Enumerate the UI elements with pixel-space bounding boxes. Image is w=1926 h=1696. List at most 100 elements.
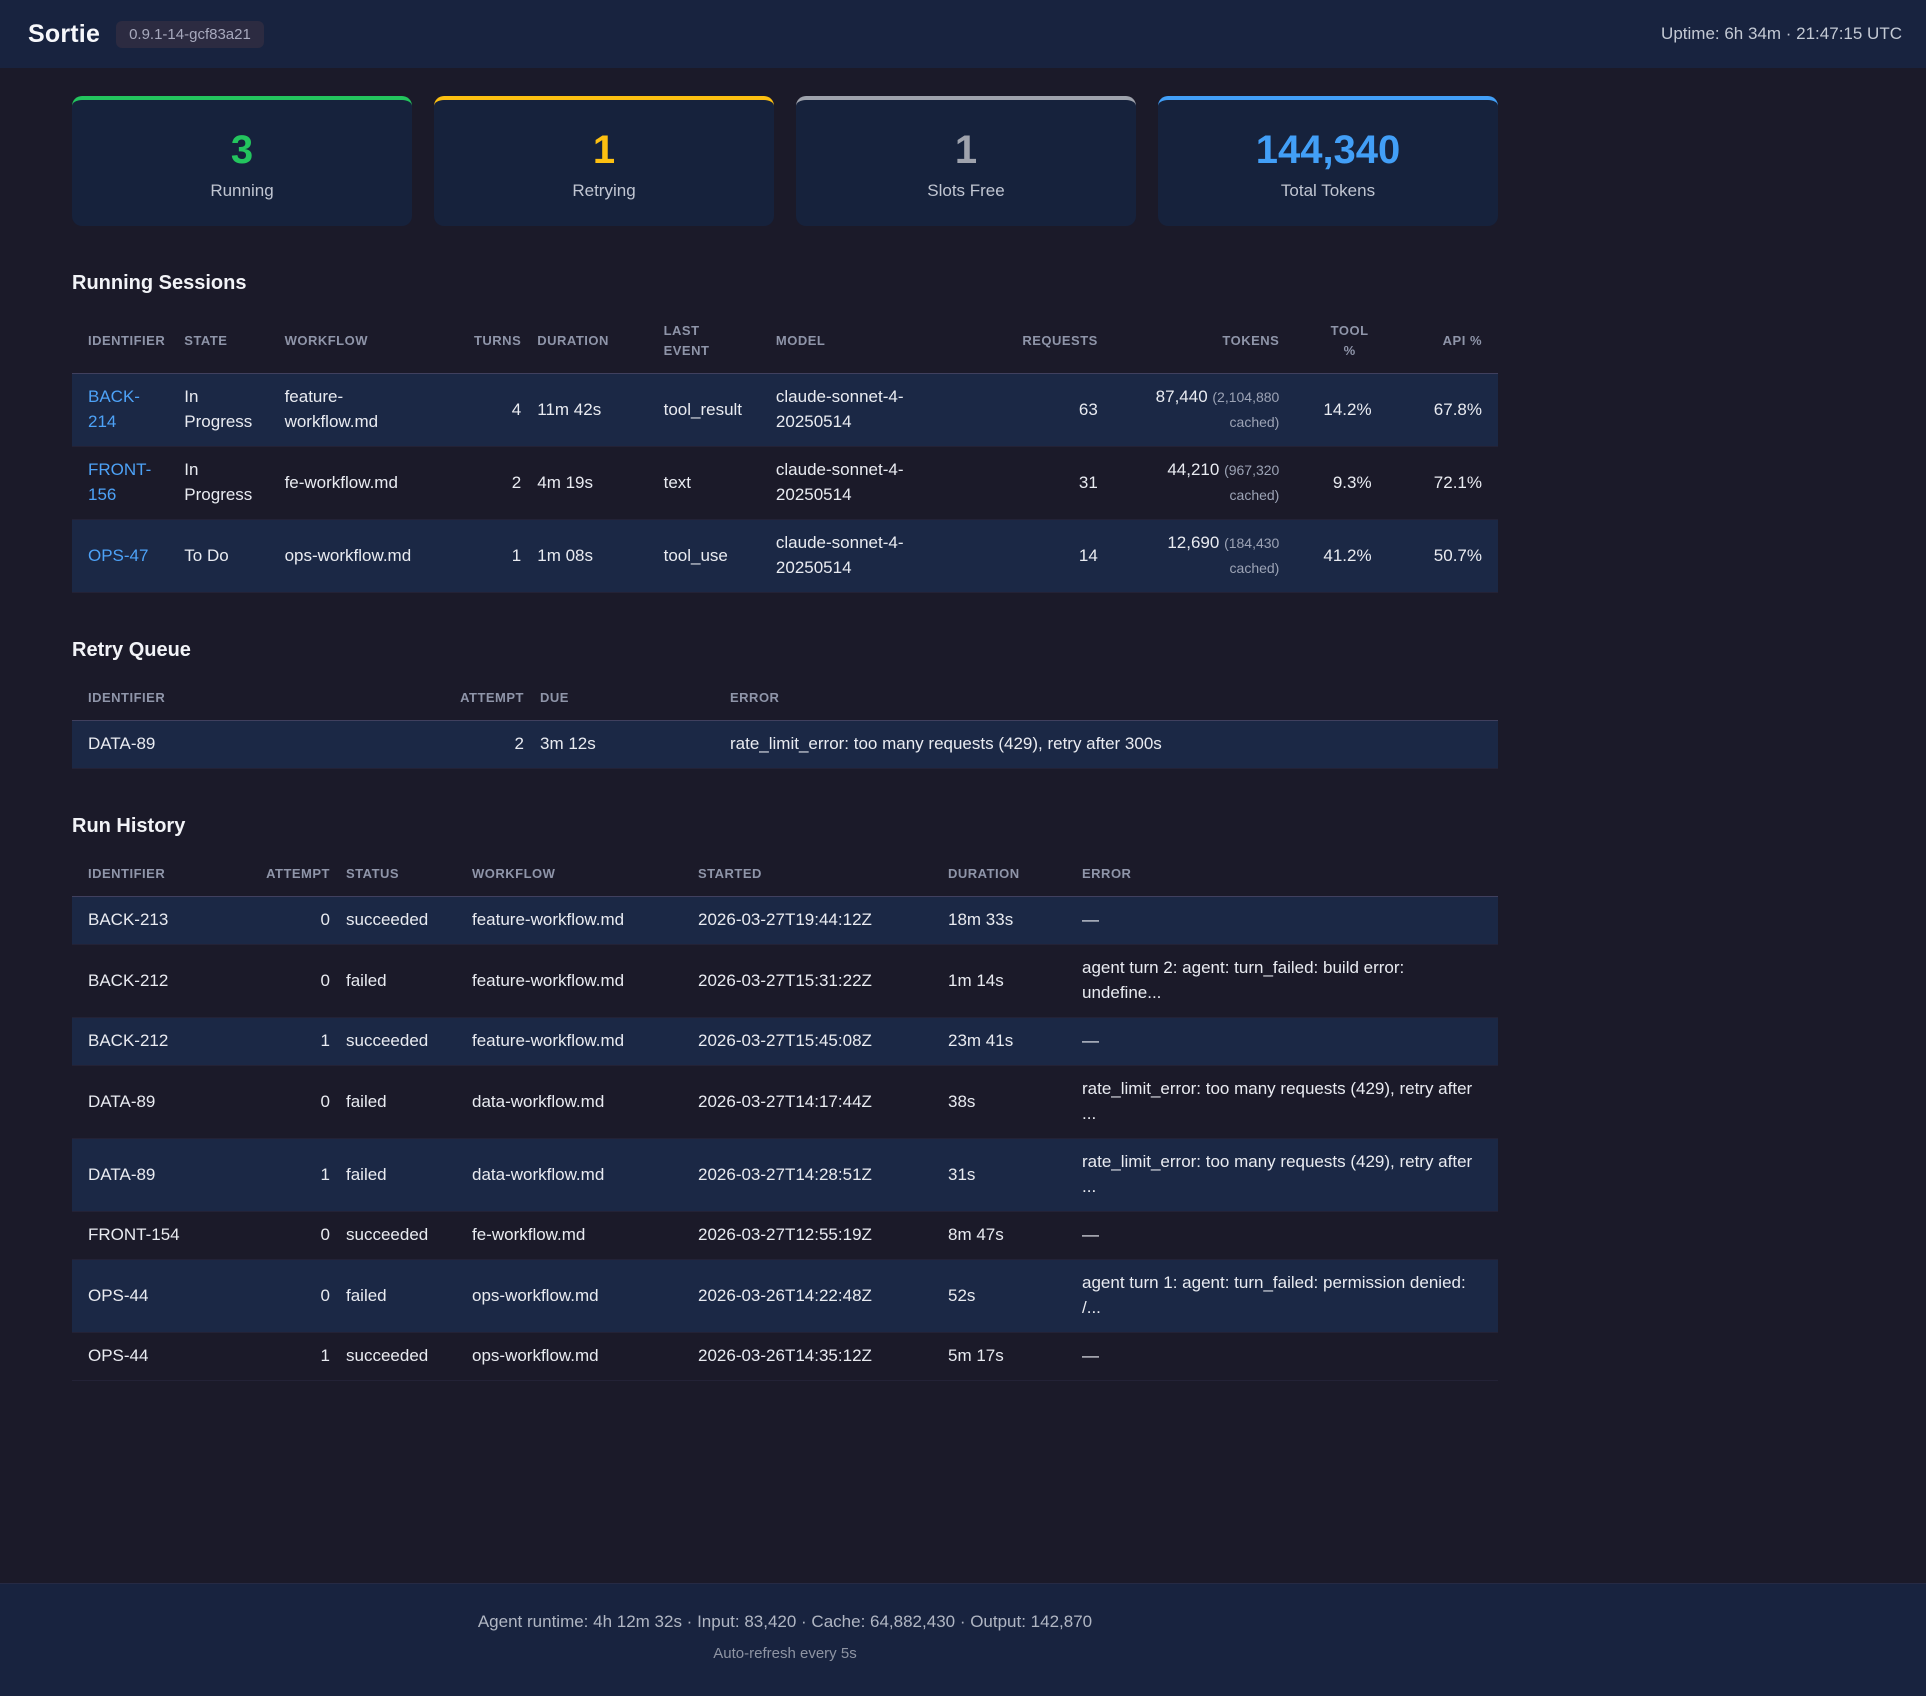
run-history-header-row: IDENTIFIER ATTEMPT STATUS WORKFLOW START… (72, 852, 1498, 897)
history-workflow: ops-workflow.md (464, 1333, 690, 1381)
stat-label-retrying: Retrying (572, 181, 635, 201)
run-history-row: OPS-44 1 succeeded ops-workflow.md 2026-… (72, 1333, 1498, 1381)
history-status: succeeded (338, 1333, 464, 1381)
history-started: 2026-03-26T14:22:48Z (690, 1260, 940, 1333)
history-workflow: feature-workflow.md (464, 897, 690, 945)
run-history-row: BACK-212 1 succeeded feature-workflow.md… (72, 1018, 1498, 1066)
history-workflow: feature-workflow.md (464, 1018, 690, 1066)
history-error: rate_limit_error: too many requests (429… (1074, 1066, 1498, 1139)
history-error: rate_limit_error: too many requests (429… (1074, 1139, 1498, 1212)
session-model: claude-sonnet-4-20250514 (768, 374, 983, 447)
history-error: agent turn 1: agent: turn_failed: permis… (1074, 1260, 1498, 1333)
history-workflow: data-workflow.md (464, 1066, 690, 1139)
session-identifier-link[interactable]: BACK-214 (72, 374, 176, 447)
running-session-row: FRONT-156 In Progress fe-workflow.md 2 4… (72, 447, 1498, 520)
session-duration: 11m 42s (529, 374, 655, 447)
session-tokens-cached: (967,320 cached) (1224, 462, 1279, 503)
running-sessions-header-row: IDENTIFIER STATE WORKFLOW TURNS DURATION… (72, 309, 1498, 374)
history-attempt: 0 (248, 1212, 338, 1260)
uptime-clock: Uptime: 6h 34m · 21:47:15 UTC (1661, 24, 1902, 44)
col-error: ERROR (1074, 852, 1498, 897)
retry-queue-row: DATA-89 2 3m 12s rate_limit_error: too m… (72, 721, 1498, 769)
session-api-pct: 72.1% (1380, 447, 1498, 520)
session-last-event: tool_result (656, 374, 768, 447)
session-tool-pct: 41.2% (1287, 520, 1379, 593)
stat-card-slots-free: 1 Slots Free (796, 96, 1136, 226)
col-model: MODEL (768, 309, 983, 374)
col-turns: TURNS (441, 309, 529, 374)
session-identifier-link[interactable]: FRONT-156 (72, 447, 176, 520)
history-started: 2026-03-27T14:17:44Z (690, 1066, 940, 1139)
session-last-event: text (656, 447, 768, 520)
retry-queue-title: Retry Queue (72, 639, 1498, 662)
stat-cards: 3 Running 1 Retrying 1 Slots Free 144,34… (72, 96, 1498, 226)
history-workflow: feature-workflow.md (464, 945, 690, 1018)
history-workflow: data-workflow.md (464, 1139, 690, 1212)
col-error: ERROR (722, 676, 1498, 721)
run-history-row: DATA-89 1 failed data-workflow.md 2026-0… (72, 1139, 1498, 1212)
session-turns: 1 (441, 520, 529, 593)
history-started: 2026-03-27T12:55:19Z (690, 1212, 940, 1260)
history-started: 2026-03-27T15:31:22Z (690, 945, 940, 1018)
history-duration: 18m 33s (940, 897, 1074, 945)
history-identifier: DATA-89 (72, 1139, 248, 1212)
history-status: failed (338, 1066, 464, 1139)
retry-due: 3m 12s (532, 721, 722, 769)
stat-card-running: 3 Running (72, 96, 412, 226)
run-history-row: OPS-44 0 failed ops-workflow.md 2026-03-… (72, 1260, 1498, 1333)
stat-label-running: Running (210, 181, 273, 201)
session-duration: 1m 08s (529, 520, 655, 593)
history-status: failed (338, 1260, 464, 1333)
history-identifier: BACK-212 (72, 945, 248, 1018)
session-api-pct: 67.8% (1380, 374, 1498, 447)
history-attempt: 0 (248, 1260, 338, 1333)
retry-identifier: DATA-89 (72, 721, 432, 769)
session-identifier-link[interactable]: OPS-47 (72, 520, 176, 593)
col-identifier: IDENTIFIER (72, 852, 248, 897)
session-model: claude-sonnet-4-20250514 (768, 447, 983, 520)
col-attempt: ATTEMPT (432, 676, 532, 721)
history-error: agent turn 2: agent: turn_failed: build … (1074, 945, 1498, 1018)
history-identifier: OPS-44 (72, 1260, 248, 1333)
version-badge: 0.9.1-14-gcf83a21 (116, 21, 264, 48)
history-error: — (1074, 897, 1498, 945)
history-duration: 5m 17s (940, 1333, 1074, 1381)
stat-card-total-tokens: 144,340 Total Tokens (1158, 96, 1498, 226)
history-attempt: 1 (248, 1139, 338, 1212)
col-tool-pct: TOOL % (1287, 309, 1379, 374)
history-duration: 8m 47s (940, 1212, 1074, 1260)
run-history-title: Run History (72, 815, 1498, 838)
col-duration: DURATION (940, 852, 1074, 897)
history-attempt: 0 (248, 945, 338, 1018)
history-status: succeeded (338, 1212, 464, 1260)
history-identifier: FRONT-154 (72, 1212, 248, 1260)
history-error: — (1074, 1333, 1498, 1381)
run-history-row: DATA-89 0 failed data-workflow.md 2026-0… (72, 1066, 1498, 1139)
session-turns: 4 (441, 374, 529, 447)
history-attempt: 0 (248, 897, 338, 945)
run-history-row: FRONT-154 0 succeeded fe-workflow.md 202… (72, 1212, 1498, 1260)
session-state: In Progress (176, 374, 276, 447)
stat-label-slots-free: Slots Free (927, 181, 1004, 201)
session-tool-pct: 9.3% (1287, 447, 1379, 520)
col-due: DUE (532, 676, 722, 721)
col-duration: DURATION (529, 309, 655, 374)
session-api-pct: 50.7% (1380, 520, 1498, 593)
history-started: 2026-03-26T14:35:12Z (690, 1333, 940, 1381)
history-status: succeeded (338, 897, 464, 945)
session-last-event: tool_use (656, 520, 768, 593)
col-attempt: ATTEMPT (248, 852, 338, 897)
history-error: — (1074, 1212, 1498, 1260)
run-history-table: IDENTIFIER ATTEMPT STATUS WORKFLOW START… (72, 852, 1498, 1381)
col-workflow: WORKFLOW (277, 309, 441, 374)
history-attempt: 1 (248, 1333, 338, 1381)
session-requests: 31 (983, 447, 1106, 520)
top-bar: Sortie 0.9.1-14-gcf83a21 Uptime: 6h 34m … (0, 0, 1926, 68)
session-requests: 63 (983, 374, 1106, 447)
col-identifier: IDENTIFIER (72, 309, 176, 374)
history-status: failed (338, 945, 464, 1018)
stat-value-total-tokens: 144,340 (1256, 128, 1401, 172)
running-session-row: BACK-214 In Progress feature-workflow.md… (72, 374, 1498, 447)
session-tokens: 44,210 (967,320 cached) (1106, 447, 1288, 520)
stat-value-running: 3 (231, 128, 253, 172)
